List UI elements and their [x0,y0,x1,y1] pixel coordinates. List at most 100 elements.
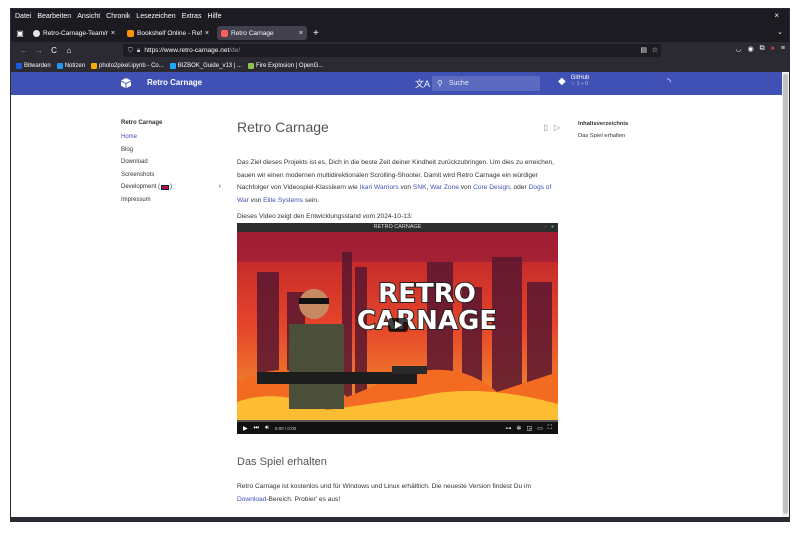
main-content: Retro Carnage ▯ ▷ Das Ziel dieses Projek… [237,119,562,507]
window-bottom-border [11,517,789,521]
page-scrollbar[interactable] [782,72,789,521]
menu-item-edit[interactable]: Bearbeiten [37,13,71,20]
link-snk[interactable]: SNK [413,184,427,191]
account-icon[interactable]: ◉ [748,45,754,53]
menu-item-file[interactable]: Datei [15,13,31,20]
video-time: 0:00 / 0:00 [274,425,297,431]
link-download[interactable]: Download [237,496,266,503]
link-core-design[interactable]: Core Design [473,184,510,191]
bookmark-fire-explosion[interactable]: Fire Explosion | OpenG... [248,62,323,69]
site-title[interactable]: Retro Carnage [147,78,202,87]
language-icon[interactable]: 文A [415,77,430,90]
rss-icon[interactable]: ◝ [667,77,671,88]
tab-list-icon[interactable]: ▣ [11,24,29,42]
bookmark-label: BIZBOK_Guide_v13 | ... [177,62,243,69]
github-link[interactable]: ◆ GitHub ☆ 1 ⑂ 0 [558,75,589,87]
bookmark-label: Notizen [64,62,86,69]
url-host: https://www.retro-carnage.net [144,47,230,54]
link-ikari-warriors[interactable]: Ikari Warriors [360,184,399,191]
sidebar-item-development[interactable]: Development () › [121,181,221,194]
tab-retro-carnage[interactable]: Retro Carnage × [217,26,307,40]
sidebar-item-download[interactable]: Download [121,156,221,169]
edit-page-icon[interactable]: ▷ [554,123,560,132]
retro-carnage-favicon-icon [221,29,228,37]
shield-icon[interactable]: ⛉ [128,47,133,55]
menu-icon[interactable]: ≡ [781,45,785,53]
table-of-contents: Inhaltsverzeichnis Das Spiel erhalten [578,121,628,139]
play-icon[interactable]: ▶ [243,425,248,432]
menu-item-tools[interactable]: Extras [182,13,202,20]
bookmark-notizen[interactable]: Notizen [56,62,86,69]
autoplay-toggle-icon[interactable]: ⊶ [505,425,511,432]
intro-paragraph: Das Ziel dieses Projekts ist es, Dich in… [237,157,562,207]
pocket-icon[interactable]: ◡ [735,45,741,53]
skip-next-icon[interactable]: ⏭ [254,425,259,432]
scrollbar-thumb[interactable] [783,74,788,514]
bookmark-bitwarden[interactable]: Bitwarden [16,62,51,69]
tab-overflow-icon[interactable]: ⌄ [777,28,783,36]
theater-mode-icon[interactable]: ▭ [537,425,543,432]
video-player[interactable]: RETRO CARNAGE – ● RETRO CARNAGE ▶ ⏭ 🔊︎ 0… [237,223,558,435]
bookmark-label: photo2pixel.ipynb - Co... [99,62,164,69]
video-controls-right: ⊶ ✲ ◲ ▭ ⛶ [505,425,552,432]
bookmark-label: Bitwarden [24,62,51,69]
sidebar-item-blog[interactable]: Blog [121,144,221,157]
menu-item-bookmarks[interactable]: Lesezeichen [136,13,175,20]
addon-icon[interactable]: ● [771,45,775,53]
github-favicon-icon [33,29,40,37]
section-title-get-game: Das Spiel erhalten [237,456,327,469]
sidebar-item-screenshots[interactable]: Screenshots [121,169,221,182]
tab-close-icon[interactable]: × [299,30,303,37]
intro-text: von [458,184,474,192]
github-stats: ☆ 1 ⑂ 0 [570,81,588,87]
view-source-icon[interactable]: ▯ [543,123,547,132]
window-close-icon[interactable]: × [774,11,779,20]
search-input[interactable]: ⚲ Suche [432,76,540,91]
menu-item-history[interactable]: Chronik [106,13,130,20]
menu-item-help[interactable]: Hilfe [207,13,221,20]
new-tab-button[interactable]: + [313,28,319,39]
bookmark-photo2pixel[interactable]: photo2pixel.ipynb - Co... [91,62,164,69]
extensions-icon[interactable]: ⧉ [760,45,765,53]
chevron-right-icon[interactable]: › [219,181,221,194]
toc-item-get-game[interactable]: Das Spiel erhalten [578,133,628,139]
bookmark-bizbok[interactable]: BIZBOK_Guide_v13 | ... [169,62,243,69]
back-button[interactable]: ← [17,46,31,55]
toc-title: Inhaltsverzeichnis [578,121,629,127]
reload-button[interactable]: C [47,46,61,55]
sidebar-item-home[interactable]: Home [121,131,221,144]
search-placeholder: Suche [448,80,469,87]
fullscreen-icon[interactable]: ⛶ [548,425,552,432]
miniplayer-icon[interactable]: ◲ [526,425,532,432]
settings-icon[interactable]: ✲ [516,425,521,432]
menu-item-view[interactable]: Ansicht [77,13,100,20]
url-bar[interactable]: ⛉ 🔒︎ https://www.retro-carnage.net/de/ ▤… [123,44,661,57]
home-button[interactable]: ⌂ [62,46,76,55]
page-actions: ▯ ▷ [543,123,560,132]
tab-bookshelf[interactable]: Bookshelf Online - Ref: C × [123,26,213,40]
tab-close-icon[interactable]: × [111,30,115,37]
opengameart-icon [248,62,255,69]
site-logo-icon[interactable] [121,78,131,88]
video-window-title: RETRO CARNAGE [237,223,558,233]
sidebar-item-label: Impressum [121,196,151,203]
reader-view-icon[interactable]: ▤ [640,46,647,54]
lock-icon[interactable]: 🔒︎ [137,47,140,55]
volume-icon[interactable]: 🔊︎ [265,425,269,432]
tab-close-icon[interactable]: × [205,30,209,37]
bookmarks-toolbar: Bitwarden Notizen photo2pixel.ipynb - Co… [11,59,789,72]
video-logo-line2: CARNAGE [357,306,497,336]
link-elite-systems[interactable]: Elite Systems [263,197,303,204]
bookmark-star-icon[interactable]: ☆ [652,46,658,54]
link-war-zone[interactable]: War Zone [430,184,459,191]
bookshelf-favicon-icon [127,29,134,37]
sidebar-item-impressum[interactable]: Impressum [121,194,221,207]
sidebar-nav: Retro Carnage Home Blog Download Screens… [121,120,221,207]
tab-title: Bookshelf Online - Ref: C [137,29,202,37]
forward-button[interactable]: → [32,46,46,55]
tab-github[interactable]: Retro-Carnage-Team/re × [29,26,119,40]
git-icon: ◆ [558,75,566,87]
sidebar-item-label: Home [121,134,138,140]
tab-title: Retro Carnage [231,29,274,37]
video-intro-text: Dieses Video zeigt den Entwicklungsstand… [237,213,413,221]
